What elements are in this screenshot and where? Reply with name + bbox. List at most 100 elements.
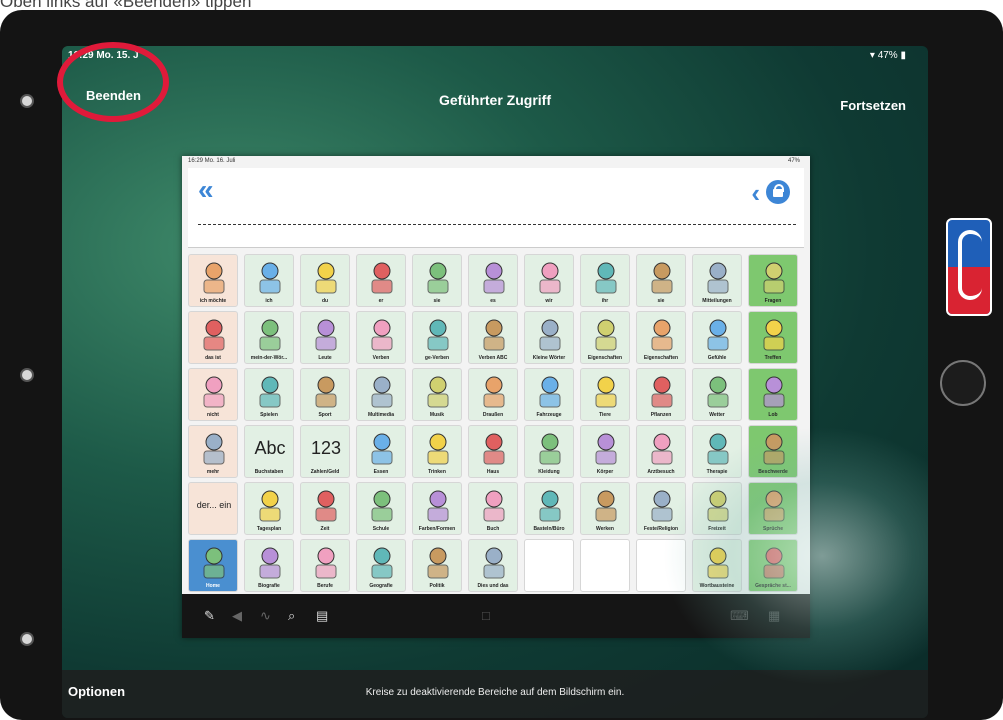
- symbol-cell[interactable]: Politik: [412, 539, 462, 592]
- feelings-icon: [698, 316, 738, 352]
- symbol-cell[interactable]: er: [356, 254, 406, 307]
- ipad-case: 16:29 Mo. 15. J ▾ 47% ▮ Beenden Geführte…: [0, 10, 1003, 720]
- symbol-cell[interactable]: Buch: [468, 482, 518, 535]
- symbol-cell[interactable]: Abc Buchstaben: [244, 425, 294, 478]
- symbol-cell[interactable]: Körper: [580, 425, 630, 478]
- keyboard-icon[interactable]: ⌨: [730, 608, 749, 624]
- symbol-cell[interactable]: Freizeit: [692, 482, 742, 535]
- symbol-cell[interactable]: Biografie: [244, 539, 294, 592]
- symbol-cell[interactable]: mehr: [188, 425, 238, 478]
- symbol-cell[interactable]: du: [300, 254, 350, 307]
- symbol-cell[interactable]: Draußen: [468, 368, 518, 421]
- instruction-caption: Oben links auf «Beenden» tippen: [0, 0, 252, 11]
- symbol-cell[interactable]: Tiere: [580, 368, 630, 421]
- symbol-cell[interactable]: Feste/Religion: [636, 482, 686, 535]
- speaker-icon[interactable]: ◀: [232, 608, 242, 624]
- symbol-cell[interactable]: [524, 539, 574, 592]
- symbol-cell[interactable]: Verben ABC: [468, 311, 518, 364]
- symbol-cell[interactable]: Trinken: [412, 425, 462, 478]
- symbol-cell[interactable]: wir: [524, 254, 574, 307]
- symbol-label: mehr: [206, 469, 220, 475]
- symbol-cell[interactable]: sie: [636, 254, 686, 307]
- sound-icon[interactable]: ∿: [260, 608, 271, 624]
- symbol-cell[interactable]: das ist: [188, 311, 238, 364]
- double-back-icon[interactable]: «: [198, 174, 214, 206]
- symbol-cell[interactable]: Gespräche st...: [748, 539, 798, 592]
- symbol-cell[interactable]: Gefühle: [692, 311, 742, 364]
- symbol-cell[interactable]: Schule: [356, 482, 406, 535]
- symbol-label: Eigenschaften: [643, 355, 679, 361]
- symbol-cell[interactable]: Lob: [748, 368, 798, 421]
- symbol-cell[interactable]: Beschwerde: [748, 425, 798, 478]
- symbol-cell[interactable]: Wortbausteine: [692, 539, 742, 592]
- symbol-cell[interactable]: Musik: [412, 368, 462, 421]
- case-hole: [20, 632, 34, 646]
- symbol-cell[interactable]: Zeit: [300, 482, 350, 535]
- symbol-cell[interactable]: Eigenschaften: [580, 311, 630, 364]
- symbol-cell[interactable]: der... ein: [188, 482, 238, 535]
- symbol-cell[interactable]: nicht: [188, 368, 238, 421]
- home-button[interactable]: [940, 360, 986, 406]
- misc-icon: [474, 544, 514, 580]
- search-icon[interactable]: ⌕: [288, 608, 295, 624]
- symbol-cell[interactable]: Werken: [580, 482, 630, 535]
- symbol-label: Essen: [373, 469, 389, 475]
- symbol-cell[interactable]: Mitteilungen: [692, 254, 742, 307]
- symbol-cell[interactable]: Haus: [468, 425, 518, 478]
- symbol-cell[interactable]: Berufe: [300, 539, 350, 592]
- symbol-cell[interactable]: Leute: [300, 311, 350, 364]
- drink-icon: [418, 430, 458, 466]
- lock-icon[interactable]: [766, 180, 790, 204]
- symbol-cell[interactable]: [636, 539, 686, 592]
- symbol-cell[interactable]: Dies und das: [468, 539, 518, 592]
- symbol-cell[interactable]: Geografie: [356, 539, 406, 592]
- symbol-cell[interactable]: Therapie: [692, 425, 742, 478]
- symbol-cell[interactable]: Basteln/Büro: [524, 482, 574, 535]
- symbol-cell[interactable]: Spielen: [244, 368, 294, 421]
- symbol-cell[interactable]: ihr: [580, 254, 630, 307]
- symbol-cell[interactable]: Pflanzen: [636, 368, 686, 421]
- symbol-cell[interactable]: Kleidung: [524, 425, 574, 478]
- symbol-cell[interactable]: 123 Zahlen/Geld: [300, 425, 350, 478]
- symbol-cell[interactable]: es: [468, 254, 518, 307]
- symbol-cell[interactable]: Home: [188, 539, 238, 592]
- back-icon[interactable]: ‹: [751, 178, 760, 209]
- symbol-cell[interactable]: Wetter: [692, 368, 742, 421]
- symbol-cell[interactable]: Multimedia: [356, 368, 406, 421]
- symbol-cell[interactable]: Treffen: [748, 311, 798, 364]
- snowflake-icon: [586, 316, 626, 352]
- symbol-cell[interactable]: Sport: [300, 368, 350, 421]
- pencil-icon[interactable]: ✎: [204, 608, 215, 624]
- symbol-cell[interactable]: Eigenschaften: [636, 311, 686, 364]
- leisure-icon: [698, 487, 738, 523]
- body-icon: [586, 430, 626, 466]
- share-icon[interactable]: □: [482, 608, 490, 623]
- person-you-icon: [306, 259, 346, 295]
- symbol-label: Draußen: [482, 412, 504, 418]
- symbol-cell[interactable]: ich möchte: [188, 254, 238, 307]
- symbol-cell[interactable]: Fahrzeuge: [524, 368, 574, 421]
- symbol-cell[interactable]: Arztbesuch: [636, 425, 686, 478]
- fortsetzen-button[interactable]: Fortsetzen: [840, 98, 906, 113]
- symbol-cell[interactable]: Tagesplan: [244, 482, 294, 535]
- conversation-icon: [754, 544, 794, 580]
- symbol-cell[interactable]: ge-Verben: [412, 311, 462, 364]
- symbol-cell[interactable]: Sprüche: [748, 482, 798, 535]
- symbol-cell[interactable]: Farben/Formen: [412, 482, 462, 535]
- symbol-label: nicht: [207, 412, 219, 418]
- meeting-icon: [754, 316, 794, 352]
- symbol-cell[interactable]: Kleine Wörter: [524, 311, 574, 364]
- message-area[interactable]: « ‹: [188, 168, 804, 248]
- symbol-cell[interactable]: [580, 539, 630, 592]
- symbol-label: Verben ABC: [478, 355, 508, 361]
- symbol-cell[interactable]: Verben: [356, 311, 406, 364]
- symbol-cell[interactable]: Fragen: [748, 254, 798, 307]
- grid-icon[interactable]: ▦: [768, 608, 780, 624]
- symbol-cell[interactable]: ich: [244, 254, 294, 307]
- symbol-cell[interactable]: sie: [412, 254, 462, 307]
- symbol-cell[interactable]: Essen: [356, 425, 406, 478]
- symbol-cell[interactable]: mein-der-Wör...: [244, 311, 294, 364]
- book-icon[interactable]: ▤: [316, 608, 328, 624]
- symbol-label: ich möchte: [199, 298, 227, 304]
- people-we-icon: [530, 259, 570, 295]
